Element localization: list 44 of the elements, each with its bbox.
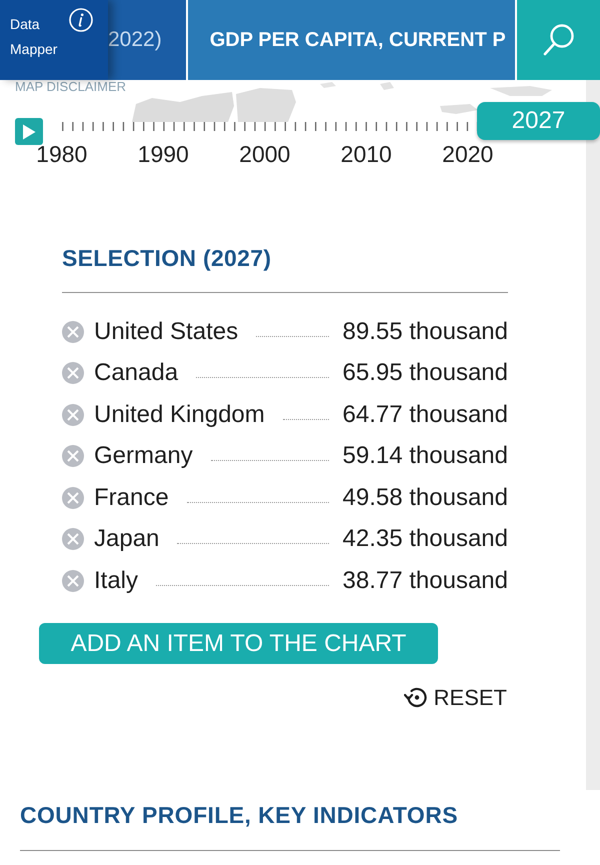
country-name: Germany xyxy=(94,442,193,470)
country-value: 64.77 thousand xyxy=(342,400,508,429)
search-icon xyxy=(542,23,574,57)
country-value: 38.77 thousand xyxy=(342,566,508,595)
indicator-tab[interactable]: 2022) xyxy=(108,0,186,80)
reset-icon xyxy=(404,685,428,709)
search-button[interactable] xyxy=(515,0,600,80)
country-profile-title: COUNTRY PROFILE, KEY INDICATORS xyxy=(20,801,458,829)
reset-button[interactable]: RESET xyxy=(404,683,507,711)
timeline-track[interactable]: 2027 xyxy=(62,102,600,140)
year-slider-thumb[interactable]: 2027 xyxy=(477,102,600,140)
remove-icon[interactable] xyxy=(62,486,84,509)
remove-icon[interactable] xyxy=(62,528,84,550)
indicator-tab[interactable]: GDP PER CAPITA, CURRENT P xyxy=(186,0,515,80)
year-axis-label: 1980 xyxy=(36,142,88,167)
remove-icon[interactable] xyxy=(62,320,84,343)
country-name: Italy xyxy=(94,566,138,595)
country-name: United Kingdom xyxy=(94,400,265,429)
dotted-leader xyxy=(282,418,329,420)
remove-icon[interactable] xyxy=(62,445,84,468)
country-name: United States xyxy=(94,318,238,346)
scrollbar[interactable] xyxy=(586,80,600,790)
country-value: 59.14 thousand xyxy=(342,442,508,470)
info-icon[interactable] xyxy=(69,8,93,32)
remove-icon[interactable] xyxy=(62,362,84,384)
play-icon xyxy=(22,124,36,140)
country-value: 89.55 thousand xyxy=(342,318,508,346)
remove-icon[interactable] xyxy=(62,404,84,426)
selection-title: SELECTION (2027) xyxy=(62,244,272,272)
country-name: Canada xyxy=(94,359,178,388)
year-axis-label: 2000 xyxy=(239,142,290,167)
country-value: 42.35 thousand xyxy=(342,525,508,554)
country-value: 49.58 thousand xyxy=(342,484,508,512)
year-axis-label: 1990 xyxy=(138,142,189,167)
year-axis-label: 2020 xyxy=(442,142,494,167)
country-value: 65.95 thousand xyxy=(342,359,508,388)
remove-icon[interactable] xyxy=(62,570,84,592)
year-axis-label: 2010 xyxy=(340,142,392,167)
country-name: Japan xyxy=(94,525,160,554)
app-title: Data Mapper xyxy=(10,15,58,59)
disclaimer-link[interactable]: MAP DISCLAIMER xyxy=(15,80,126,93)
add-item-button[interactable]: ADD AN ITEM TO THE CHART xyxy=(39,623,438,664)
play-button[interactable] xyxy=(15,118,43,145)
country-name: France xyxy=(94,484,169,512)
